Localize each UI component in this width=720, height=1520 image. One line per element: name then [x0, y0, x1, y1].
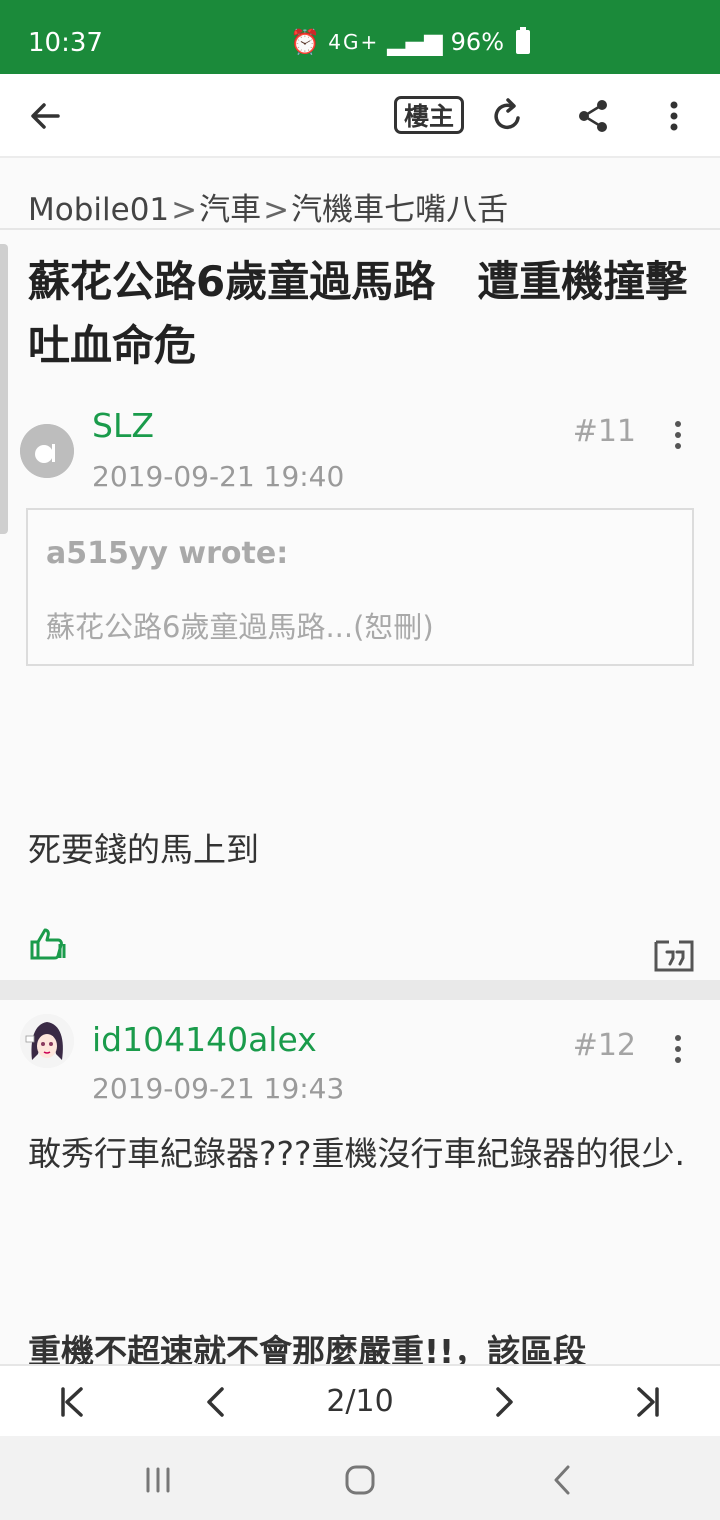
- post-floor-number: #12: [572, 1028, 636, 1063]
- home-icon: [345, 1465, 375, 1495]
- system-nav-bar: [0, 1436, 720, 1520]
- page-indicator[interactable]: 2/10: [310, 1384, 410, 1419]
- post-author[interactable]: id104140alex: [92, 1020, 317, 1059]
- prev-page-button[interactable]: [192, 1378, 240, 1426]
- home-button[interactable]: [338, 1458, 382, 1502]
- post-more-button[interactable]: [668, 418, 688, 454]
- next-page-icon: [496, 1387, 513, 1417]
- like-button[interactable]: [28, 924, 68, 964]
- last-page-button[interactable]: [624, 1378, 672, 1426]
- network-icon: 4G+: [328, 30, 380, 54]
- breadcrumb-item-forum[interactable]: 汽機車七嘴八舌: [291, 192, 508, 228]
- divider: [0, 228, 720, 230]
- status-time: 10:37: [28, 28, 103, 58]
- post-body-continued: 重機不超速就不會那麼嚴重!!，該區段: [28, 1332, 587, 1364]
- breadcrumb-item-home[interactable]: Mobile01: [28, 192, 169, 228]
- back-button[interactable]: [24, 94, 68, 138]
- default-avatar-icon: [20, 424, 74, 478]
- signal-icon: ▂▄▆: [387, 28, 443, 56]
- last-page-icon: [637, 1387, 659, 1417]
- system-back-button[interactable]: [540, 1458, 584, 1502]
- recent-apps-icon: [146, 1467, 170, 1493]
- share-button[interactable]: [572, 94, 616, 138]
- app-bar: 樓主: [0, 74, 720, 158]
- quote-author: a515yy wrote:: [46, 536, 289, 571]
- post-author[interactable]: SLZ: [92, 406, 154, 445]
- back-arrow-icon: [31, 103, 60, 129]
- post-body: 死要錢的馬上到: [28, 830, 259, 869]
- op-only-button[interactable]: 樓主: [394, 96, 464, 134]
- post-date: 2019-09-21 19:43: [92, 1072, 345, 1105]
- avatar[interactable]: [20, 424, 74, 478]
- prev-page-icon: [207, 1387, 224, 1417]
- quote-reply-button[interactable]: [654, 938, 694, 974]
- first-page-icon: [61, 1387, 83, 1417]
- battery-icon: [516, 27, 530, 54]
- post-item: SLZ 2019-09-21 19:40 #11 a515yy wrote: 蘇…: [0, 398, 720, 980]
- thumbs-up-icon: [30, 928, 66, 960]
- post-more-button[interactable]: [668, 1032, 688, 1068]
- refresh-button[interactable]: [486, 94, 530, 138]
- more-vert-icon: [670, 101, 678, 131]
- post-floor-number: #11: [572, 414, 636, 449]
- recent-apps-button[interactable]: [136, 1458, 180, 1502]
- thread-title: 蘇花公路6歲童過馬路 遭重機撞擊吐血命危: [28, 257, 688, 370]
- pagination-bar: 2/10: [0, 1364, 720, 1436]
- first-page-button[interactable]: [48, 1378, 96, 1426]
- next-page-button[interactable]: [480, 1378, 528, 1426]
- share-icon: [579, 100, 607, 132]
- status-indicators: ⏰ 4G+ ▂▄▆ 96%: [290, 27, 530, 56]
- battery-percent: 96%: [450, 28, 504, 56]
- quote-text: 蘇花公路6歲童過馬路...(恕刪): [46, 610, 434, 644]
- more-options-button[interactable]: [652, 94, 696, 138]
- status-bar: 10:37 ⏰ 4G+ ▂▄▆ 96%: [0, 0, 720, 74]
- breadcrumb: Mobile01>汽車>汽機車七嘴八舌: [28, 184, 508, 229]
- post-body: 敢秀行車紀錄器???重機沒行車紀錄器的很少.: [28, 1134, 686, 1173]
- thread-content: Mobile01>汽車>汽機車七嘴八舌 蘇花公路6歲童過馬路 遭重機撞擊吐血命危…: [0, 158, 720, 1364]
- post-date: 2019-09-21 19:40: [92, 460, 345, 493]
- quote-block: a515yy wrote: 蘇花公路6歲童過馬路...(恕刪): [26, 508, 694, 666]
- system-back-icon: [554, 1465, 570, 1495]
- post-item: id104140alex 2019-09-21 19:43 #12 敢秀行車紀錄…: [0, 1000, 720, 1364]
- alarm-icon: ⏰: [290, 28, 321, 56]
- post-divider: [0, 980, 720, 1000]
- quote-icon: [654, 940, 694, 972]
- avatar[interactable]: [20, 1014, 74, 1068]
- breadcrumb-separator: >: [263, 192, 290, 228]
- refresh-icon: [494, 98, 520, 130]
- side-drawer-handle[interactable]: [0, 244, 8, 534]
- anime-avatar-icon: [20, 1014, 74, 1068]
- breadcrumb-item-car[interactable]: 汽車: [199, 192, 261, 228]
- breadcrumb-separator: >: [171, 192, 198, 228]
